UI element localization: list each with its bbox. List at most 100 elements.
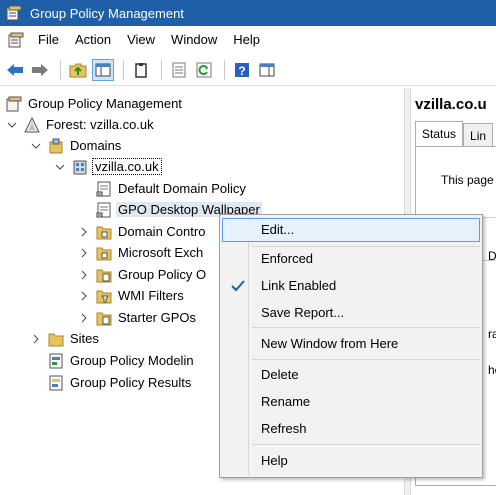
- menu-item-refresh[interactable]: Refresh: [222, 417, 480, 441]
- menu-item-delete[interactable]: Delete: [222, 363, 480, 387]
- refresh-button[interactable]: [193, 59, 215, 81]
- show-hide-tree-icon: [95, 63, 111, 76]
- show-action-pane-button[interactable]: [256, 59, 278, 81]
- checkmark-icon: [231, 280, 245, 292]
- properties-button[interactable]: [168, 59, 190, 81]
- toolbar-separator: [123, 59, 124, 80]
- gpo-link-icon: [96, 202, 111, 217]
- results-icon: [49, 375, 63, 390]
- gpmc-app-icon: [6, 5, 22, 21]
- menu-bar: File Action View Window Help: [0, 28, 496, 52]
- chevron-right-icon[interactable]: [78, 312, 90, 324]
- ou-folder-icon: [96, 247, 112, 260]
- menu-item-save-report[interactable]: Save Report...: [222, 301, 480, 325]
- tree-label: WMI Filters: [118, 288, 184, 303]
- gpmc-icon: [6, 96, 22, 111]
- tree-label: Sites: [70, 331, 99, 346]
- tree-microsoft-exchange[interactable]: Microsoft Exch: [78, 242, 205, 263]
- menu-item-rename[interactable]: Rename: [222, 390, 480, 414]
- menu-file[interactable]: File: [30, 29, 67, 51]
- menu-item-enforced[interactable]: Enforced: [222, 247, 480, 271]
- refresh-icon: [196, 62, 212, 77]
- chevron-right-icon[interactable]: [78, 247, 90, 259]
- properties-icon: [172, 62, 186, 77]
- menu-separator: [252, 444, 480, 445]
- gpo-link-icon: [96, 181, 111, 196]
- forward-icon: [32, 63, 48, 76]
- tree-label: Group Policy Modelin: [70, 353, 194, 368]
- tree-sites[interactable]: Sites: [30, 328, 101, 349]
- tree-starter-gpos[interactable]: Starter GPOs: [78, 307, 198, 328]
- chevron-right-icon[interactable]: [30, 333, 42, 345]
- tree-label: Default Domain Policy: [118, 181, 246, 196]
- toolbar: ?: [0, 54, 496, 86]
- clipboard-icon: [135, 62, 147, 78]
- chevron-down-icon[interactable]: [30, 140, 42, 152]
- menu-separator: [252, 359, 480, 360]
- help-button[interactable]: ?: [231, 59, 253, 81]
- menu-item-help[interactable]: Help: [222, 449, 480, 473]
- menu-help[interactable]: Help: [225, 29, 268, 51]
- tree-domain-controllers[interactable]: Domain Contro: [78, 221, 207, 242]
- ou-folder-icon: [96, 226, 112, 239]
- chevron-down-icon[interactable]: [6, 119, 18, 131]
- modeling-icon: [49, 353, 63, 368]
- chevron-right-icon[interactable]: [78, 269, 90, 281]
- tree-label: Forest: vzilla.co.uk: [46, 117, 154, 132]
- tree-domains[interactable]: Domains: [30, 135, 123, 156]
- menu-item-label: Link Enabled: [261, 278, 337, 293]
- domains-icon: [49, 138, 63, 153]
- tree-group-policy-results[interactable]: Group Policy Results: [48, 372, 193, 393]
- domain-icon: [73, 160, 87, 174]
- chevron-down-icon[interactable]: [54, 161, 66, 173]
- sites-folder-icon: [48, 333, 64, 346]
- system-menu-icon[interactable]: [8, 32, 24, 48]
- menu-view[interactable]: View: [119, 29, 163, 51]
- toolbar-separator: [161, 59, 162, 80]
- window-title: Group Policy Management: [30, 5, 184, 21]
- menu-item-edit[interactable]: Edit...: [222, 218, 480, 242]
- tree-root[interactable]: Group Policy Management: [6, 93, 184, 114]
- menu-separator: [252, 327, 480, 328]
- chevron-right-icon[interactable]: [78, 226, 90, 238]
- toolbar-separator: [60, 59, 61, 80]
- up-folder-button[interactable]: [67, 59, 89, 81]
- tree-group-policy-objects[interactable]: Group Policy O: [78, 264, 208, 285]
- status-description: This page: [441, 173, 494, 187]
- tree-default-domain-policy[interactable]: Default Domain Policy: [96, 178, 248, 199]
- tree-label: Starter GPOs: [118, 310, 197, 325]
- show-action-pane-icon: [259, 63, 275, 76]
- svg-text:?: ?: [238, 64, 245, 78]
- help-icon: ?: [235, 62, 249, 78]
- clipboard-button[interactable]: [130, 59, 152, 81]
- menu-item-new-window[interactable]: New Window from Here: [222, 332, 480, 356]
- gpo-folder-icon: [96, 269, 112, 282]
- menu-item-link-enabled[interactable]: Link Enabled: [222, 274, 480, 298]
- context-menu: Edit... Enforced Link Enabled Save Repor…: [219, 214, 483, 478]
- tree-group-policy-modeling[interactable]: Group Policy Modelin: [48, 350, 196, 371]
- menu-action[interactable]: Action: [67, 29, 119, 51]
- status-text-he: he: [488, 363, 496, 377]
- tree-forest[interactable]: Forest: vzilla.co.uk: [6, 114, 156, 135]
- starter-gpo-folder-icon: [96, 312, 112, 325]
- show-hide-tree-button[interactable]: [92, 58, 114, 81]
- tree-wmi-filters[interactable]: WMI Filters: [78, 285, 186, 306]
- title-bar: Group Policy Management: [0, 0, 496, 26]
- tree-label: Group Policy Management: [28, 96, 182, 111]
- tree-label: vzilla.co.uk: [92, 158, 162, 175]
- tree-label: Group Policy O: [118, 267, 207, 282]
- tab-linked[interactable]: Lin: [463, 123, 494, 147]
- up-folder-icon: [69, 63, 87, 77]
- forward-button[interactable]: [29, 59, 51, 81]
- tree-domain-vzilla[interactable]: vzilla.co.uk: [54, 156, 162, 177]
- menu-window[interactable]: Window: [163, 29, 225, 51]
- tree-label: Microsoft Exch: [118, 245, 204, 260]
- toolbar-separator: [224, 59, 225, 80]
- details-tabs: Status Lin: [415, 121, 494, 147]
- back-button[interactable]: [4, 59, 26, 81]
- details-title: vzilla.co.u: [415, 96, 487, 113]
- tree-label: Domain Contro: [118, 224, 206, 239]
- tree-label: Domains: [70, 138, 122, 153]
- tab-status[interactable]: Status: [415, 121, 464, 147]
- chevron-right-icon[interactable]: [78, 290, 90, 302]
